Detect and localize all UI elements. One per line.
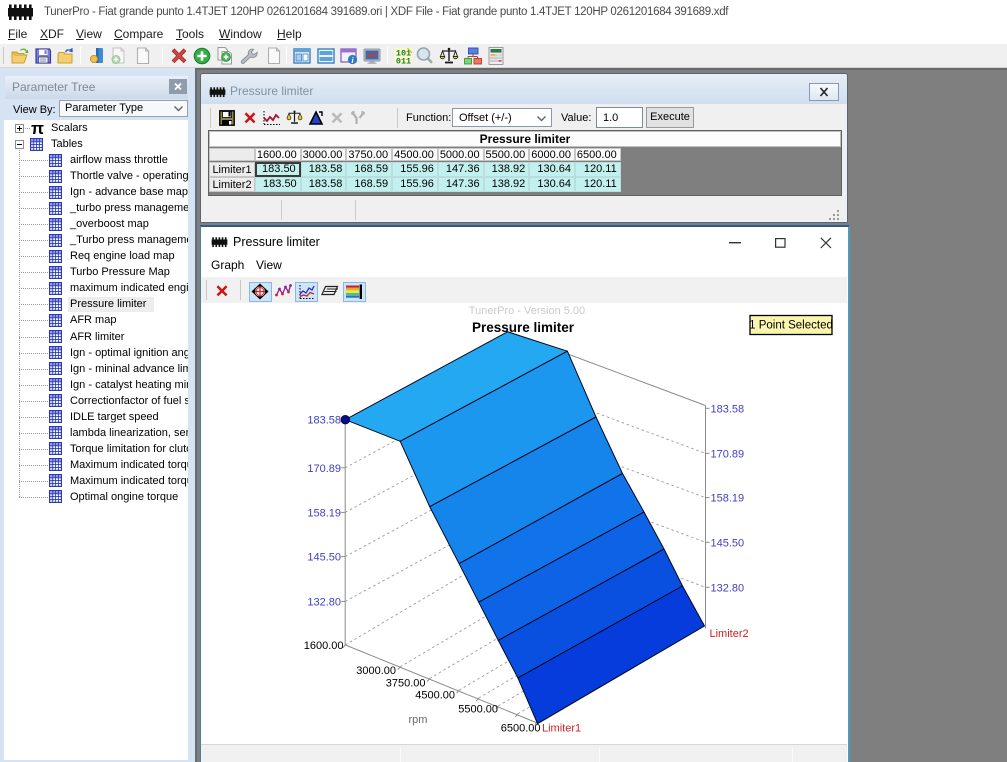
svg-text:158.19: 158.19	[307, 507, 341, 519]
svg-text:Limiter2: Limiter2	[710, 628, 749, 640]
svg-text:1 Point Selected: 1 Point Selected	[749, 320, 833, 332]
svg-text:170.89: 170.89	[307, 463, 341, 475]
svg-text:Limiter1: Limiter1	[542, 723, 581, 735]
svg-text:rpm: rpm	[409, 714, 428, 726]
svg-text:158.19: 158.19	[711, 493, 745, 505]
svg-text:3750.00: 3750.00	[386, 678, 426, 690]
svg-text:170.89: 170.89	[711, 448, 745, 460]
svg-text:145.50: 145.50	[307, 552, 341, 564]
svg-text:TunerPro - Version 5.00: TunerPro - Version 5.00	[469, 305, 585, 317]
svg-text:183.58: 183.58	[307, 414, 341, 426]
svg-text:183.58: 183.58	[711, 403, 745, 415]
svg-text:3000.00: 3000.00	[356, 665, 396, 677]
svg-text:1600.00: 1600.00	[304, 640, 344, 652]
svg-text:145.50: 145.50	[711, 537, 745, 549]
svg-text:132.80: 132.80	[711, 582, 745, 594]
svg-text:132.80: 132.80	[307, 596, 341, 608]
svg-text:6500.00: 6500.00	[501, 723, 541, 735]
svg-text:011: 011	[396, 57, 411, 67]
svg-text:4500.00: 4500.00	[415, 690, 455, 702]
svg-text:5500.00: 5500.00	[458, 704, 498, 716]
svg-text:Pressure limiter: Pressure limiter	[472, 320, 575, 335]
